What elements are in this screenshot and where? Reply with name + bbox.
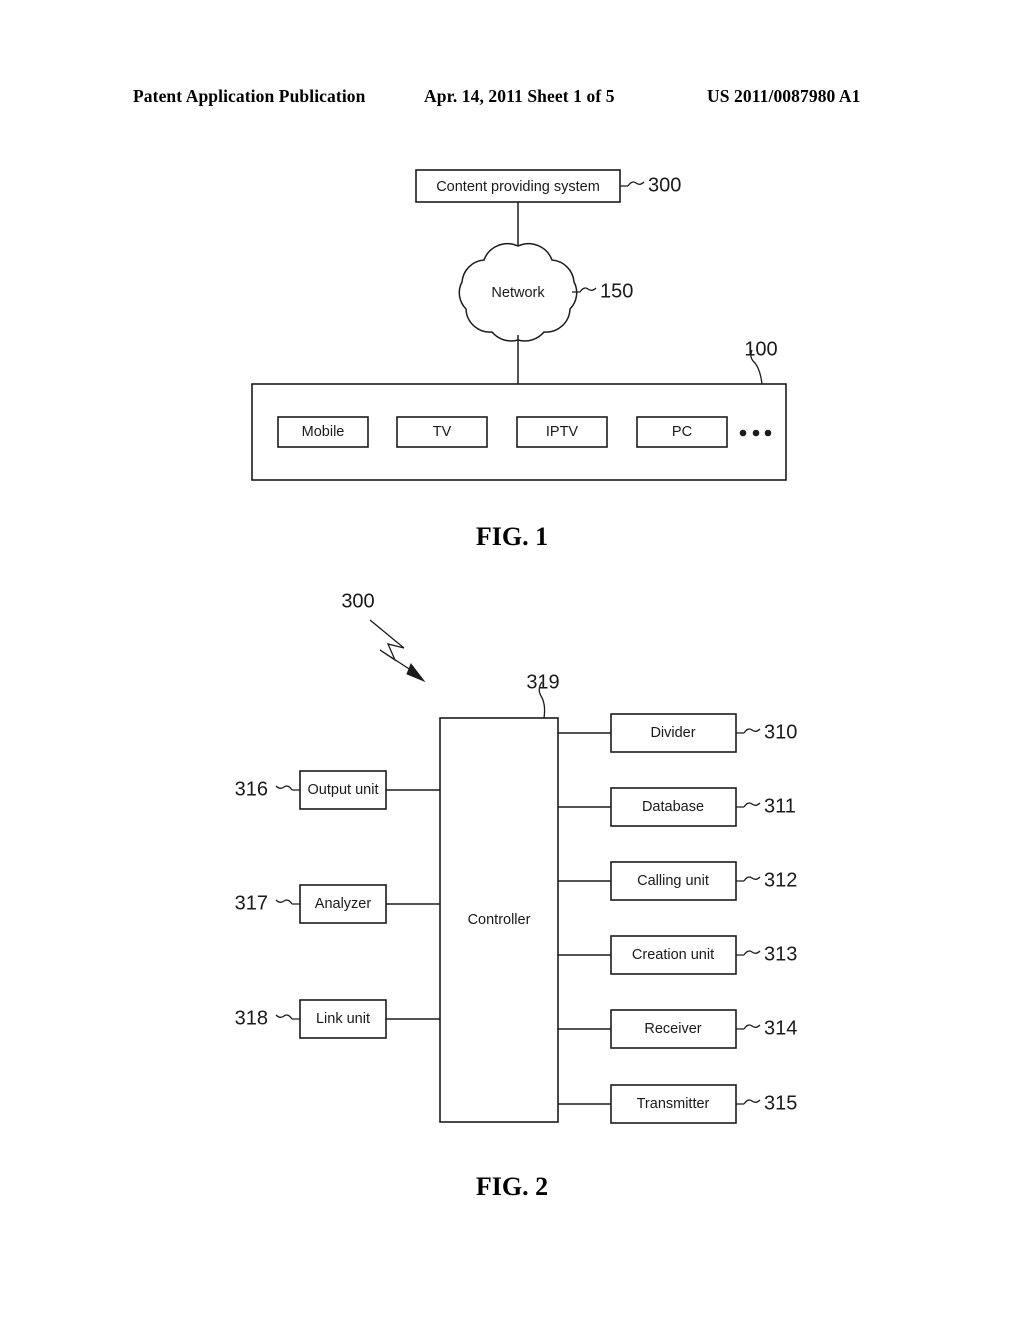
- network-cloud-node: Network 150: [458, 242, 633, 342]
- device-label-mobile: Mobile: [302, 424, 345, 440]
- device-box: PC: [636, 416, 728, 448]
- right-unit-calling: Calling unit 312: [558, 861, 797, 901]
- ref-318: 318: [235, 1007, 268, 1029]
- controller-node: Controller 319: [439, 671, 560, 1123]
- device-label-pc: PC: [672, 424, 692, 440]
- right-unit-label-calling-unit: Calling unit: [637, 873, 709, 889]
- device-box: Mobile: [277, 416, 369, 448]
- right-unit-divider: Divider 310: [558, 713, 797, 753]
- right-unit-label-receiver: Receiver: [644, 1021, 701, 1037]
- right-unit-label-divider: Divider: [650, 725, 695, 741]
- ref-314: 314: [764, 1017, 797, 1039]
- device-label-iptv: IPTV: [546, 424, 579, 440]
- device-box: TV: [396, 416, 488, 448]
- ref-150: 150: [600, 280, 633, 302]
- left-unit-analyzer: Analyzer 317: [235, 884, 440, 924]
- device-box: IPTV: [516, 416, 608, 448]
- right-unit-database: Database 311: [558, 787, 796, 827]
- network-label: Network: [491, 285, 545, 301]
- ref-316: 316: [235, 778, 268, 800]
- device-ellipsis-icon: [739, 429, 772, 437]
- right-unit-creation: Creation unit 313: [558, 935, 797, 975]
- ref-300-fig1: 300: [648, 174, 681, 196]
- left-unit-label-analyzer: Analyzer: [315, 896, 372, 912]
- fig2-system-ref-pointer: 300: [341, 590, 426, 683]
- controller-label: Controller: [468, 912, 531, 928]
- device-label-tv: TV: [433, 424, 452, 440]
- device-container: 100 Mobile TV IPTV PC: [251, 338, 787, 481]
- content-providing-system-label: Content providing system: [436, 179, 600, 195]
- left-unit-label-output-unit: Output unit: [308, 782, 379, 798]
- ref-300-fig2: 300: [341, 590, 374, 612]
- content-providing-system-node: Content providing system 300: [415, 169, 681, 203]
- ref-313: 313: [764, 943, 797, 965]
- left-unit-output: Output unit 316: [235, 770, 440, 810]
- ref-310: 310: [764, 721, 797, 743]
- left-unit-label-link-unit: Link unit: [316, 1011, 370, 1027]
- figure-1-caption: FIG. 1: [475, 522, 549, 551]
- patent-drawing-page: Patent Application Publication Apr. 14, …: [0, 0, 1024, 1320]
- ref-100: 100: [744, 338, 777, 360]
- right-unit-transmitter: Transmitter 315: [558, 1084, 797, 1124]
- left-unit-link: Link unit 318: [235, 999, 440, 1039]
- right-unit-label-creation-unit: Creation unit: [632, 947, 714, 963]
- right-unit-label-database: Database: [642, 799, 704, 815]
- figure-1-drawing: Content providing system 300 Network 150…: [235, 169, 797, 1124]
- ref-315: 315: [764, 1092, 797, 1114]
- ref-312: 312: [764, 869, 797, 891]
- ref-319: 319: [526, 671, 559, 693]
- ref-317: 317: [235, 892, 268, 914]
- right-unit-label-transmitter: Transmitter: [637, 1096, 710, 1112]
- right-unit-receiver: Receiver 314: [558, 1009, 797, 1049]
- figure-2-caption: FIG. 2: [475, 1172, 549, 1201]
- ref-311: 311: [764, 795, 796, 817]
